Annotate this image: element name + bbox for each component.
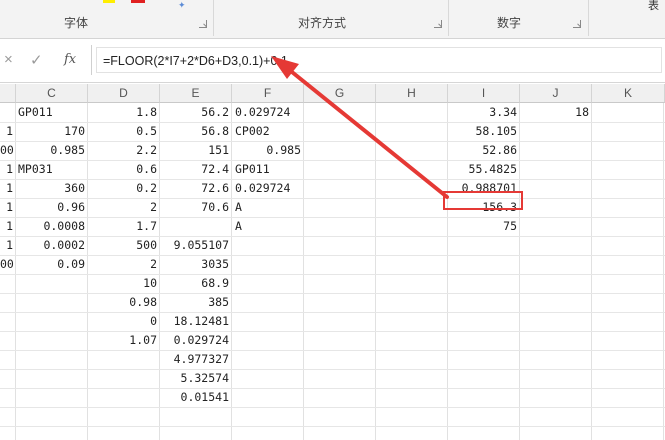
annotation-arrow <box>271 56 449 199</box>
